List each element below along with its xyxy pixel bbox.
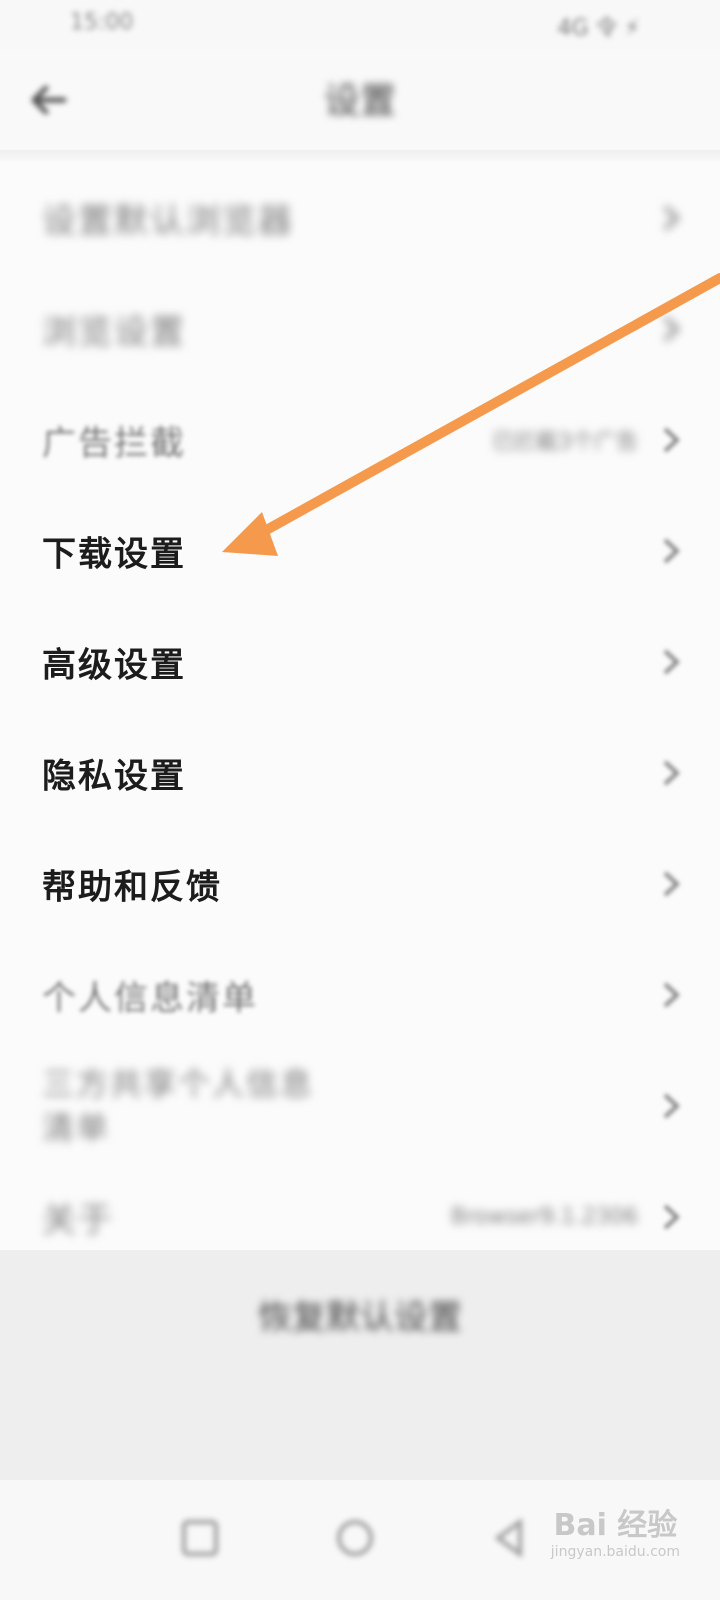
chevron-right-icon xyxy=(663,427,680,452)
settings-item-label: 关于 xyxy=(42,1200,114,1240)
settings-item-label: 高级设置 xyxy=(42,645,186,685)
recent-apps-icon[interactable] xyxy=(170,1508,230,1568)
status-indicators: 4G 令 ⚡ xyxy=(557,16,640,41)
settings-item-default-browser[interactable]: 设置默认浏览器 xyxy=(0,162,720,273)
watermark-logo: Bai 经验 jingyan.baidu.com xyxy=(551,1500,680,1560)
chevron-right-icon xyxy=(663,538,680,563)
status-time: 15:00 xyxy=(70,10,134,35)
settings-item-label: 设置默认浏览器 xyxy=(42,201,294,241)
settings-item-advanced[interactable]: 高级设置 xyxy=(0,606,720,717)
settings-item-label: 广告拦截 xyxy=(42,423,186,463)
settings-item-ad-block[interactable]: 广告拦截 已拦截3个广告 xyxy=(0,384,720,495)
top-app-bar: 设置 xyxy=(0,50,720,150)
chevron-right-icon xyxy=(663,760,680,785)
settings-item-help-feedback[interactable]: 帮助和反馈 xyxy=(0,828,720,939)
settings-item-third-party-sharing[interactable]: 三方共享个人信息清单 xyxy=(0,1050,720,1161)
chevron-right-icon xyxy=(663,1093,680,1118)
settings-list: 设置默认浏览器 浏览设置 广告拦截 已拦截3个广告 下载设置 高级设置 隐私设置… xyxy=(0,162,720,1272)
reset-section: 恢复默认设置 xyxy=(0,1250,720,1480)
header-divider xyxy=(0,150,720,162)
reset-defaults-button[interactable]: 恢复默认设置 xyxy=(0,1290,720,1339)
settings-item-label: 三方共享个人信息清单 xyxy=(42,1064,315,1147)
settings-item-value: Browser9.1.2306 xyxy=(450,1204,638,1229)
settings-item-value: 已拦截3个广告 xyxy=(492,429,638,455)
settings-item-label: 隐私设置 xyxy=(42,756,186,796)
page-title: 设置 xyxy=(323,81,396,122)
watermark-text: Bai 经验 xyxy=(553,1508,678,1543)
settings-item-label: 浏览设置 xyxy=(42,312,186,352)
chevron-right-icon xyxy=(663,205,680,230)
chevron-right-icon xyxy=(663,982,680,1007)
chevron-right-icon xyxy=(663,649,680,674)
settings-item-browsing[interactable]: 浏览设置 xyxy=(0,273,720,384)
status-bar: 15:00 4G 令 ⚡ xyxy=(0,0,720,50)
home-icon[interactable] xyxy=(325,1508,385,1568)
settings-item-label: 帮助和反馈 xyxy=(42,867,222,907)
settings-item-label: 下载设置 xyxy=(42,534,186,574)
settings-item-privacy[interactable]: 隐私设置 xyxy=(0,717,720,828)
chevron-right-icon xyxy=(663,316,680,341)
watermark-url: jingyan.baidu.com xyxy=(550,1544,680,1560)
settings-item-personal-info-list[interactable]: 个人信息清单 xyxy=(0,939,720,1050)
chevron-right-icon xyxy=(663,871,680,896)
nav-back-icon[interactable] xyxy=(480,1508,540,1568)
settings-item-download[interactable]: 下载设置 xyxy=(0,495,720,606)
chevron-right-icon xyxy=(663,1204,680,1229)
settings-item-label: 个人信息清单 xyxy=(42,978,258,1018)
